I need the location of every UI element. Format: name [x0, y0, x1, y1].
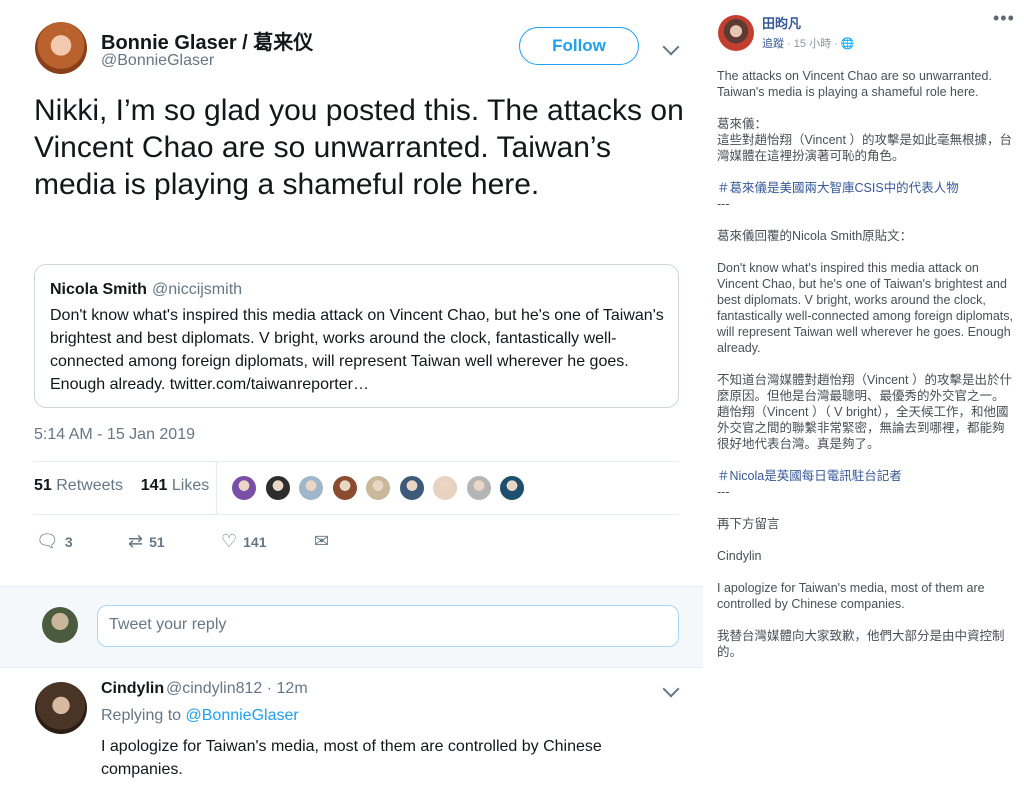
likes-label[interactable]: Likes: [172, 477, 209, 494]
likes-count[interactable]: 141: [141, 477, 168, 494]
hashtag-link[interactable]: ＃葛來儀是美國兩大智庫CSIS中的代表人物: [717, 180, 1013, 196]
follow-button[interactable]: Follow: [519, 27, 639, 65]
liker-avatar[interactable]: [398, 475, 425, 501]
post-paragraph: Cindylin: [717, 549, 762, 563]
liker-avatar[interactable]: [264, 475, 291, 501]
tweet-text: Nikki, I’m so glad you posted this. The …: [34, 94, 684, 201]
tweet-panel: Bonnie Glaser / 葛来仪 @BonnieGlaser Follow…: [0, 0, 703, 788]
retweet-icon: ⇄: [128, 531, 144, 551]
liker-avatar[interactable]: [231, 475, 257, 501]
divider: [34, 514, 679, 515]
post-body: The attacks on Vincent Chao are so unwar…: [717, 68, 1013, 660]
post-paragraph: I apologize for Taiwan's media, most of …: [717, 581, 989, 611]
tweet-timestamp[interactable]: 5:14 AM - 15 Jan 2019: [34, 426, 195, 444]
post-paragraph: Don't know what's inspired this media at…: [717, 261, 1017, 355]
like-button[interactable]: ♡ 141: [221, 531, 267, 552]
liker-avatar[interactable]: [432, 475, 458, 501]
author-handle[interactable]: @BonnieGlaser: [101, 52, 214, 70]
quoted-tweet[interactable]: Nicola Smith @niccijsmith Don't know wha…: [34, 264, 679, 408]
more-options-icon[interactable]: •••: [993, 9, 1015, 27]
post-author-name[interactable]: 田昀凡: [762, 16, 801, 32]
reply-icon: 🗨: [36, 531, 59, 551]
post-divider-text: ---: [717, 197, 730, 211]
liker-avatar[interactable]: [365, 475, 391, 501]
heart-icon: ♡: [221, 531, 238, 551]
reply-button[interactable]: 🗨 3: [36, 531, 73, 552]
message-button[interactable]: ✉: [314, 531, 329, 552]
post-paragraph: 不知道台灣媒體對趙怡翔（Vincent ）的攻擊是出於什麼原因。但他是台灣最聰明…: [717, 373, 1012, 451]
chevron-down-icon[interactable]: [662, 38, 680, 56]
post-paragraph: 葛來儀： 這些對趙怡翔（Vincent ）的攻擊是如此毫無根據，台灣媒體在這裡扮…: [717, 117, 1012, 163]
liker-avatar[interactable]: [298, 475, 324, 501]
replying-to: Replying to @BonnieGlaser: [101, 707, 299, 725]
reply-author-avatar[interactable]: [35, 682, 87, 734]
post-meta: 追蹤 · 15 小時 · 🌐: [762, 36, 855, 52]
liker-avatar[interactable]: [499, 475, 525, 501]
replying-prefix: Replying to: [101, 707, 182, 724]
follow-link[interactable]: 追蹤: [762, 38, 784, 50]
post-paragraph: 我替台灣媒體向大家致歉，他們大部分是由中資控制的。: [717, 629, 1005, 659]
liker-avatar[interactable]: [331, 475, 358, 501]
post-paragraph: 再下方留言: [717, 517, 780, 531]
reply-author-name[interactable]: Cindylin: [101, 680, 164, 698]
post-time[interactable]: · 15 小時 ·: [787, 38, 838, 50]
author-avatar[interactable]: [35, 22, 87, 74]
author-name[interactable]: Bonnie Glaser / 葛来仪: [101, 26, 313, 55]
liker-avatar[interactable]: [465, 475, 492, 501]
tweet-stats: 51 Retweets 141 Likes: [34, 477, 209, 495]
current-user-avatar: [42, 607, 78, 643]
globe-icon: 🌐: [840, 38, 855, 50]
quote-text: Don't know what's inspired this media at…: [50, 307, 664, 393]
retweet-button[interactable]: ⇄ 51: [128, 531, 165, 552]
reply-text: I apologize for Taiwan's media, most of …: [101, 738, 602, 778]
divider: [34, 461, 679, 462]
retweets-label[interactable]: Retweets: [56, 477, 123, 494]
reply-count: 3: [64, 533, 73, 550]
post-paragraph: 葛來儀回覆的Nicola Smith原貼文：: [717, 229, 913, 243]
envelope-icon: ✉: [314, 531, 330, 551]
retweet-count: 51: [149, 533, 165, 550]
divider: [216, 462, 217, 514]
retweets-count[interactable]: 51: [34, 477, 52, 494]
chevron-down-icon[interactable]: [662, 680, 680, 698]
post-divider-text: ---: [717, 485, 730, 499]
quote-author-handle: @niccijsmith: [152, 281, 243, 298]
post-author-avatar[interactable]: [718, 15, 754, 51]
post-paragraph: The attacks on Vincent Chao are so unwar…: [717, 69, 996, 99]
reply-author-handle[interactable]: @cindylin812 · 12m: [166, 680, 308, 698]
reply-input[interactable]: Tweet your reply: [97, 605, 679, 647]
quote-author-name: Nicola Smith: [50, 281, 147, 298]
like-count: 141: [243, 533, 267, 550]
facebook-post: 田昀凡 追蹤 · 15 小時 · 🌐 ••• The attacks on Vi…: [703, 0, 1024, 788]
replying-to-link[interactable]: @BonnieGlaser: [186, 707, 299, 724]
hashtag-link[interactable]: ＃Nicola是英國每日電訊駐台記者: [717, 468, 1013, 484]
